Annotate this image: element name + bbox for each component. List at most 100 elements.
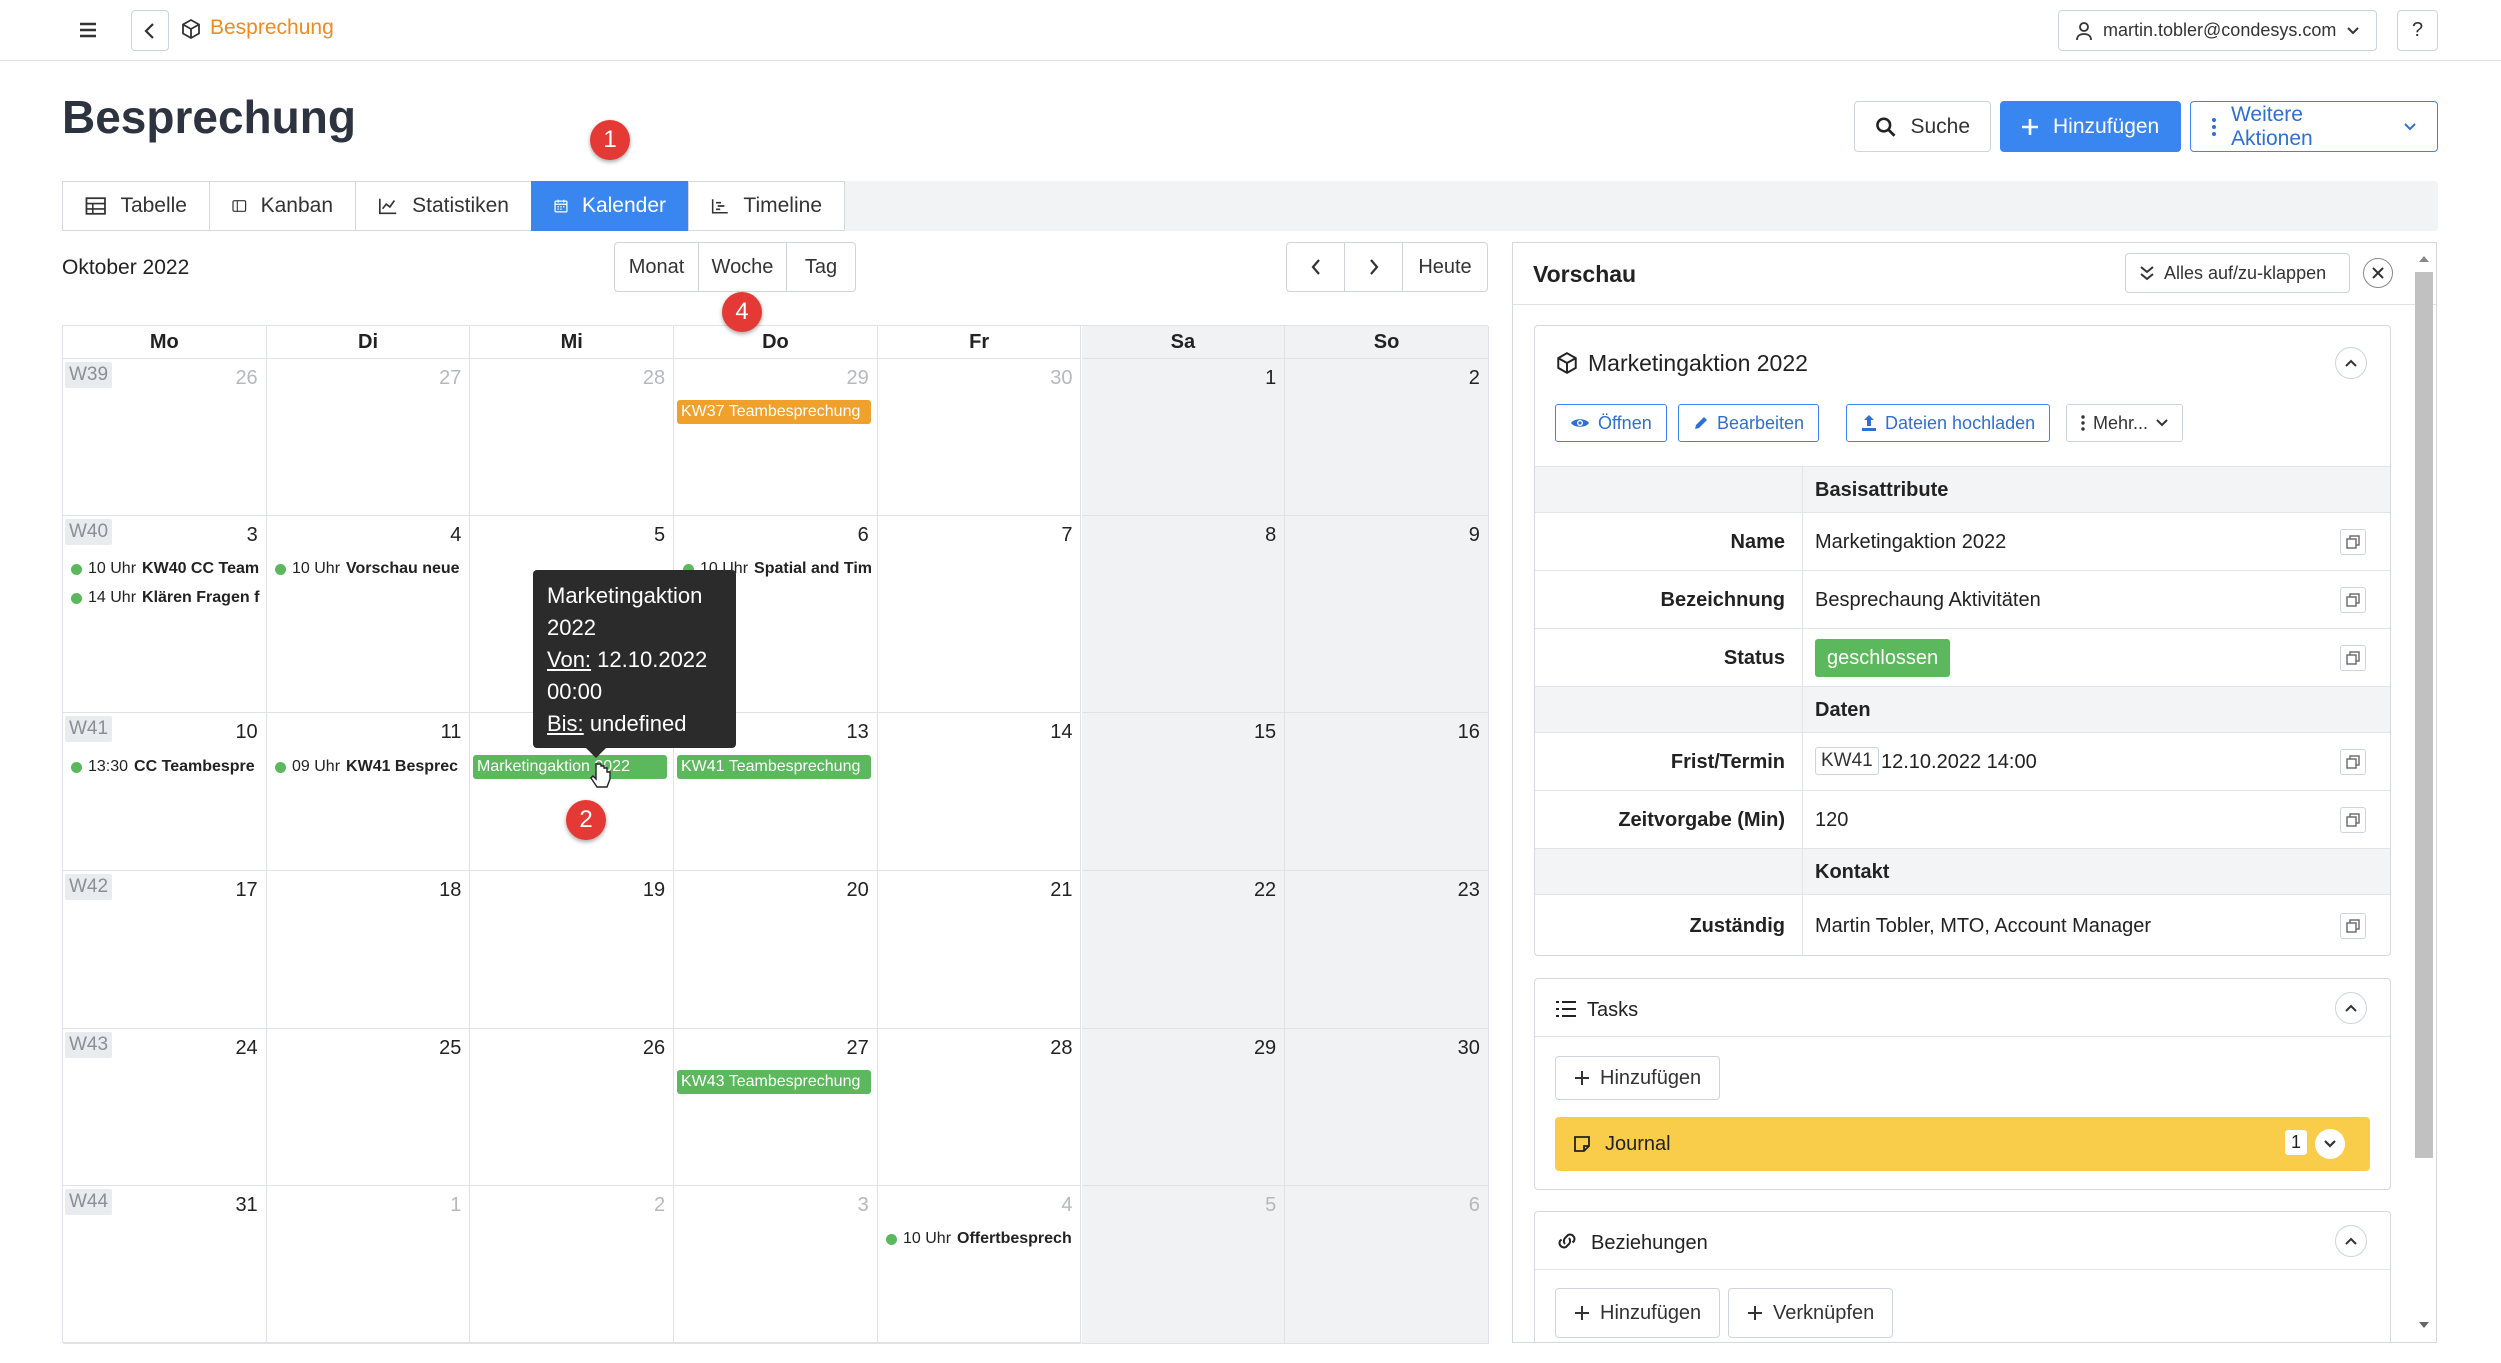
back-button[interactable] [131,10,169,51]
day-number: 3 [246,524,258,546]
day-cell[interactable]: 19 [470,871,675,1029]
add-task-button[interactable]: Hinzufügen [1555,1056,1721,1100]
day-cell[interactable]: 15 [1081,713,1286,871]
day-number: 26 [235,367,258,389]
day-cell[interactable]: 17 W42 [63,871,267,1029]
tab-kalender[interactable]: Kalender [531,181,689,231]
event-time: 10 Uhr [292,560,341,577]
expand-all-button[interactable]: Alles auf/zu-klappen [2125,253,2350,293]
day-cell[interactable]: 23 [1285,871,1489,1029]
journal-row[interactable]: Journal 1 [1555,1117,2370,1171]
hamburger-menu-icon[interactable] [76,18,100,42]
weekday-header: Fr [877,326,1082,359]
day-cell[interactable]: 30 [1285,1029,1489,1186]
calendar-event[interactable]: 10 Uhr KW40 CC Team [71,560,263,578]
day-cell[interactable]: 11 [266,713,471,871]
copy-button[interactable] [2340,587,2366,613]
copy-button[interactable] [2340,749,2366,775]
calendar-event[interactable]: KW37 Teambesprechung [677,400,871,424]
day-cell[interactable]: 1 [266,1186,471,1344]
add-relation-button[interactable]: Hinzufügen [1555,1288,1721,1338]
day-number: 20 [846,879,869,901]
copy-button[interactable] [2340,645,2366,671]
day-cell[interactable]: 9 [1285,516,1489,713]
day-cell[interactable]: 4 [877,1186,1082,1344]
day-cell[interactable]: 25 [266,1029,471,1186]
day-cell[interactable]: 2 [470,1186,675,1344]
day-cell[interactable]: 26 [470,1029,675,1186]
close-preview-button[interactable] [2363,258,2393,288]
tab-tabelle[interactable]: Tabelle [62,181,210,231]
page-title: Besprechung [62,91,356,143]
day-cell[interactable]: 29 [1081,1029,1286,1186]
more-button[interactable]: Mehr... [2066,404,2184,442]
day-cell[interactable]: 30 [877,359,1082,516]
day-cell[interactable]: 2 [1285,359,1489,516]
day-cell[interactable]: 20 [674,871,878,1029]
day-cell[interactable]: 28 [470,359,675,516]
preview-scrollbar[interactable] [2413,250,2435,1340]
calendar-event[interactable]: 09 Uhr KW41 Besprec [275,758,467,776]
day-cell[interactable]: 26 W39 [63,359,267,516]
view-week-button[interactable]: Woche [698,242,787,292]
more-actions-button[interactable]: Weitere Aktionen [2190,101,2438,152]
collapse-relations-button[interactable] [2335,1225,2367,1257]
day-cell[interactable]: 22 [1081,871,1286,1029]
collapse-tasks-button[interactable] [2335,992,2367,1024]
day-cell[interactable]: 3 [674,1186,878,1344]
calendar-event[interactable]: 14 Uhr Klären Fragen f [71,589,263,607]
view-month-button[interactable]: Monat [614,242,699,292]
tab-timeline[interactable]: Timeline [688,181,845,231]
next-month-button[interactable] [1344,242,1403,292]
day-cell[interactable]: 4 [266,516,471,713]
help-button[interactable]: ? [2397,10,2438,51]
link-relation-button[interactable]: Verknüpfen [1728,1288,1894,1338]
calendar-event[interactable]: 10 Uhr Offertbesprech [886,1230,1076,1248]
journal-expand-button[interactable] [2315,1129,2345,1159]
day-number: 28 [642,367,666,389]
day-cell[interactable]: 5 [1081,1186,1286,1344]
event-title: Vorschau neue [346,560,460,577]
day-cell[interactable]: 28 [877,1029,1082,1186]
day-cell[interactable]: 1 [1081,359,1286,516]
copy-button[interactable] [2340,913,2366,939]
calendar-event[interactable]: 13:30 CC Teambespre [71,758,263,776]
day-cell[interactable]: 14 [877,713,1082,871]
calendar-event-marketing[interactable]: Marketingaktion 2022 [473,755,667,779]
breadcrumb-title[interactable]: Besprechung [210,16,334,40]
day-number: 3 [857,1194,869,1216]
add-button[interactable]: Hinzufügen [2000,101,2181,152]
edit-button[interactable]: Bearbeiten [1678,404,1820,442]
day-cell[interactable]: 10 W41 [63,713,267,871]
day-number: 5 [1265,1194,1277,1216]
view-day-button[interactable]: Tag [786,242,856,292]
column-separator [1802,895,1803,956]
day-cell[interactable]: 31 W44 [63,1186,267,1344]
calendar-event[interactable]: KW41 Teambesprechung [677,755,871,779]
calendar-event[interactable]: 10 Uhr Vorschau neue [275,560,467,578]
open-button[interactable]: Öffnen [1555,404,1667,442]
today-button[interactable]: Heute [1402,242,1488,292]
copy-button[interactable] [2340,529,2366,555]
day-cell[interactable]: 27 [674,1029,878,1186]
calendar-event[interactable]: KW43 Teambesprechung [677,1070,871,1094]
collapse-record-button[interactable] [2335,347,2367,379]
prev-month-button[interactable] [1286,242,1345,292]
copy-button[interactable] [2340,807,2366,833]
day-cell[interactable]: 7 [877,516,1082,713]
day-cell[interactable]: 16 [1285,713,1489,871]
tab-statistiken[interactable]: Statistiken [355,181,532,231]
day-cell[interactable]: 8 [1081,516,1286,713]
day-cell[interactable]: 29 [674,359,878,516]
tab-kanban[interactable]: Kanban [209,181,356,231]
upload-files-button[interactable]: Dateien hochladen [1846,404,2051,442]
day-cell[interactable]: 27 [266,359,471,516]
search-button[interactable]: Suche [1854,101,1991,152]
day-cell[interactable]: 3 W40 [63,516,267,713]
day-cell[interactable]: 24 W43 [63,1029,267,1186]
day-cell[interactable]: 6 [1285,1186,1489,1344]
user-menu-button[interactable]: martin.tobler@condesys.com [2058,10,2377,51]
day-cell[interactable]: 18 [266,871,471,1029]
day-cell[interactable]: 21 [877,871,1082,1029]
event-title: KW41 Besprec [346,758,459,775]
